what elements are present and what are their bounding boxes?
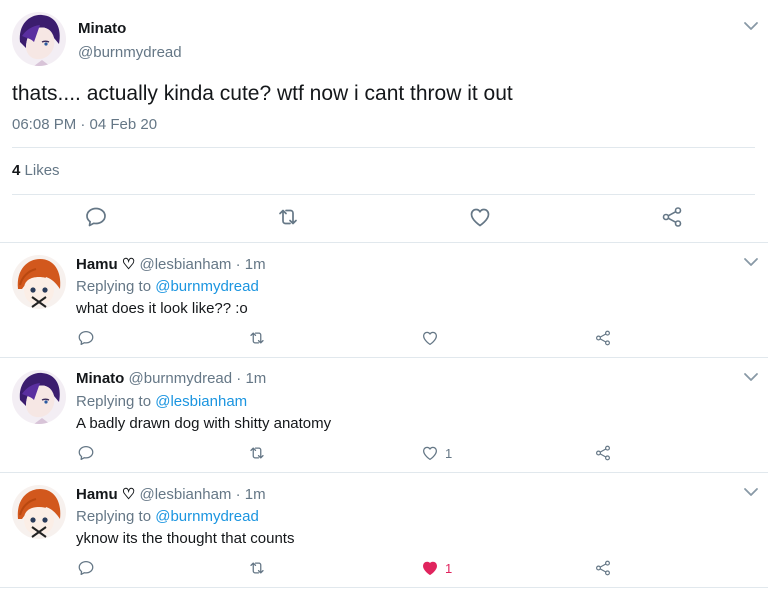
- reply-icon: [77, 559, 95, 577]
- chevron-down-icon[interactable]: [743, 257, 759, 267]
- reply-icon: [77, 329, 95, 347]
- author-handle[interactable]: @burnmydread · 1m: [129, 370, 267, 387]
- author-name[interactable]: Hamu ♡: [76, 256, 135, 273]
- retweet-button[interactable]: [248, 559, 266, 577]
- reply-button[interactable]: [77, 444, 95, 462]
- share-icon: [594, 444, 612, 462]
- reply-text: what does it look like?? :o: [76, 300, 248, 317]
- reply-icon: [84, 205, 108, 229]
- replying-to-label: Replying to: [76, 393, 152, 410]
- avatar[interactable]: [12, 485, 66, 539]
- like-button[interactable]: [421, 329, 445, 347]
- replying-to-link[interactable]: @burnmydread: [155, 278, 259, 295]
- like-count: 1: [445, 445, 453, 461]
- retweet-button[interactable]: [248, 444, 266, 462]
- avatar[interactable]: [12, 255, 66, 309]
- likes-label: Likes: [24, 162, 60, 179]
- chevron-down-icon[interactable]: [743, 487, 759, 497]
- reply-text: yknow its the thought that counts: [76, 530, 295, 547]
- avatar[interactable]: [12, 370, 66, 424]
- reply-button[interactable]: [84, 205, 108, 229]
- avatar-image: [12, 370, 66, 424]
- like-count: 1: [445, 560, 453, 576]
- replying-to-link[interactable]: @burnmydread: [155, 508, 259, 525]
- replying-to-link[interactable]: @lesbianham: [155, 393, 247, 410]
- share-button[interactable]: [594, 444, 612, 462]
- reply-button[interactable]: [77, 559, 95, 577]
- reply-button[interactable]: [77, 329, 95, 347]
- tweet-text: thats.... actually kinda cute? wtf now i…: [12, 82, 513, 105]
- retweet-button[interactable]: [248, 329, 266, 347]
- divider: [12, 194, 755, 195]
- likes-summary[interactable]: 4 Likes: [12, 162, 60, 179]
- reply-tweet[interactable]: Hamu ♡ @lesbianham · 1m Replying to @bur…: [0, 473, 768, 588]
- author-name[interactable]: Minato: [76, 370, 124, 387]
- like-button[interactable]: [468, 205, 492, 229]
- replying-to: Replying to @burnmydread: [76, 508, 259, 525]
- retweet-icon: [248, 444, 266, 462]
- reply-text: A badly drawn dog with shitty anatomy: [76, 415, 332, 432]
- replying-to: Replying to @lesbianham: [76, 393, 247, 410]
- share-icon: [594, 329, 612, 347]
- heart-icon: [421, 329, 439, 347]
- reply-tweet[interactable]: Hamu ♡ @lesbianham · 1m Replying to @bur…: [0, 243, 768, 358]
- divider: [12, 147, 755, 148]
- author-name[interactable]: Hamu ♡: [76, 486, 135, 503]
- reply-icon: [77, 444, 95, 462]
- replying-to: Replying to @burnmydread: [76, 278, 259, 295]
- replying-to-label: Replying to: [76, 508, 152, 525]
- author-handle[interactable]: @lesbianham · 1m: [139, 486, 265, 503]
- share-button[interactable]: [594, 559, 612, 577]
- author-handle[interactable]: @burnmydread: [78, 44, 182, 61]
- likes-count: 4: [12, 162, 21, 179]
- retweet-button[interactable]: [276, 205, 300, 229]
- like-button[interactable]: 1: [421, 444, 452, 462]
- replying-to-label: Replying to: [76, 278, 152, 295]
- share-button[interactable]: [594, 329, 612, 347]
- author-handle[interactable]: @lesbianham · 1m: [139, 256, 265, 273]
- share-icon: [594, 559, 612, 577]
- heart-icon: [421, 444, 439, 462]
- retweet-icon: [276, 205, 300, 229]
- avatar-image: [12, 485, 66, 539]
- avatar[interactable]: [12, 12, 66, 66]
- tweet-timestamp: 06:08 PM · 04 Feb 20: [12, 116, 158, 133]
- main-tweet: Minato @burnmydread thats.... actually k…: [0, 0, 768, 243]
- retweet-icon: [248, 559, 266, 577]
- retweet-icon: [248, 329, 266, 347]
- share-button[interactable]: [660, 205, 684, 229]
- avatar-image: [12, 12, 66, 66]
- reply-tweet[interactable]: Minato @burnmydread · 1m Replying to @le…: [0, 358, 768, 473]
- avatar-image: [12, 255, 66, 309]
- chevron-down-icon[interactable]: [743, 21, 759, 31]
- heart-icon: [421, 559, 439, 577]
- author-name[interactable]: Minato: [78, 20, 126, 37]
- share-icon: [660, 205, 684, 229]
- chevron-down-icon[interactable]: [743, 372, 759, 382]
- divider: [0, 587, 768, 588]
- heart-icon: [468, 205, 492, 229]
- like-button[interactable]: 1: [421, 559, 452, 577]
